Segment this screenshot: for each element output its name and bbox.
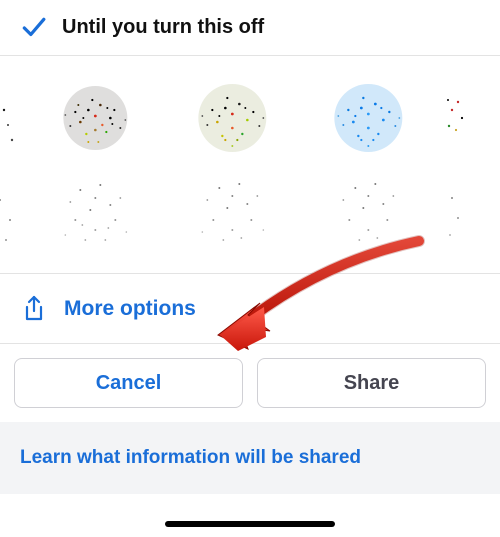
learn-row: Learn what information will be shared: [0, 422, 500, 494]
share-sheet: Until you turn this off: [0, 0, 500, 537]
cancel-button[interactable]: Cancel: [14, 358, 243, 408]
contact-thumb-1[interactable]: [34, 70, 157, 260]
option-label: Until you turn this off: [62, 16, 264, 39]
contact-thumb-4[interactable]: [444, 70, 496, 260]
option-row-until-off[interactable]: Until you turn this off: [0, 0, 500, 56]
more-options-label: More options: [64, 297, 196, 321]
contact-thumb-2[interactable]: [171, 70, 294, 260]
more-options-row[interactable]: More options: [0, 274, 500, 344]
contact-thumb-0[interactable]: [0, 70, 20, 260]
contact-thumb-3[interactable]: [307, 70, 430, 260]
share-label: Share: [344, 372, 400, 395]
check-icon: [20, 15, 56, 41]
learn-label: Learn what information will be shared: [20, 447, 361, 468]
learn-info-link[interactable]: Learn what information will be shared: [20, 447, 361, 469]
share-up-icon: [22, 295, 52, 323]
cancel-label: Cancel: [96, 372, 162, 395]
contact-thumbnails-strip[interactable]: [0, 56, 500, 274]
share-button[interactable]: Share: [257, 358, 486, 408]
home-indicator[interactable]: [165, 521, 335, 527]
buttons-row: Cancel Share: [0, 344, 500, 422]
